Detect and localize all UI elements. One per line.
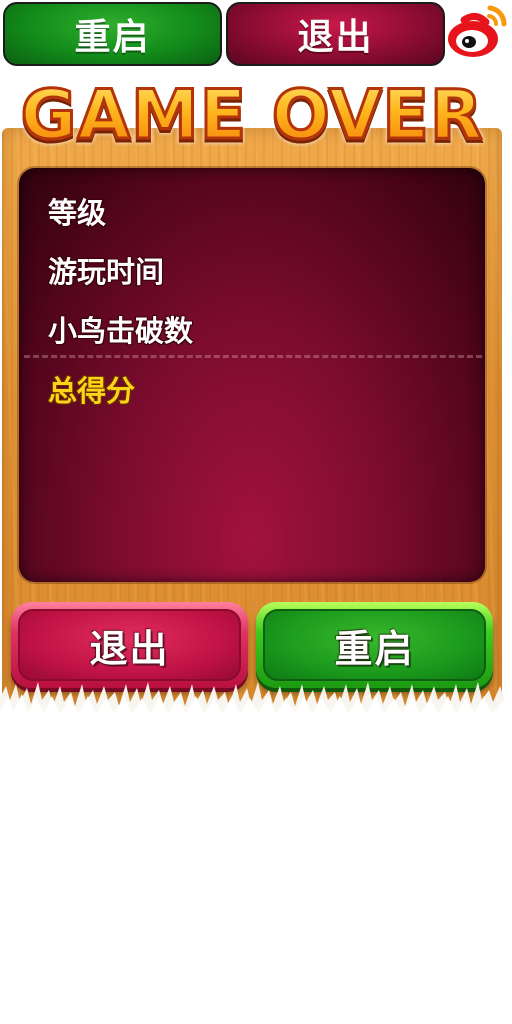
game-over-title: GAME OVER bbox=[0, 75, 504, 157]
exit-button[interactable]: 退出 bbox=[11, 602, 248, 688]
level-label: 等级 bbox=[48, 196, 107, 230]
total-score-label: 总得分 bbox=[48, 374, 136, 408]
stats-divider bbox=[24, 355, 482, 358]
exit-button-label: 退出 bbox=[89, 626, 170, 671]
top-exit-label: 退出 bbox=[297, 17, 374, 58]
game-over-screen: 重启 退出 GAME OVER 等级 游玩时间 小鸟击破数 总得分 退出 重启 bbox=[0, 0, 512, 1024]
grass-fringe bbox=[0, 682, 504, 736]
restart-button[interactable]: 重启 bbox=[256, 602, 493, 688]
top-exit-button[interactable]: 退出 bbox=[226, 2, 445, 66]
top-restart-button[interactable]: 重启 bbox=[3, 2, 222, 66]
play-time-label: 游玩时间 bbox=[48, 255, 165, 289]
weibo-icon[interactable] bbox=[446, 4, 508, 60]
restart-button-label: 重启 bbox=[334, 626, 415, 671]
top-restart-label: 重启 bbox=[74, 17, 151, 58]
birds-broken-label: 小鸟击破数 bbox=[48, 314, 194, 348]
